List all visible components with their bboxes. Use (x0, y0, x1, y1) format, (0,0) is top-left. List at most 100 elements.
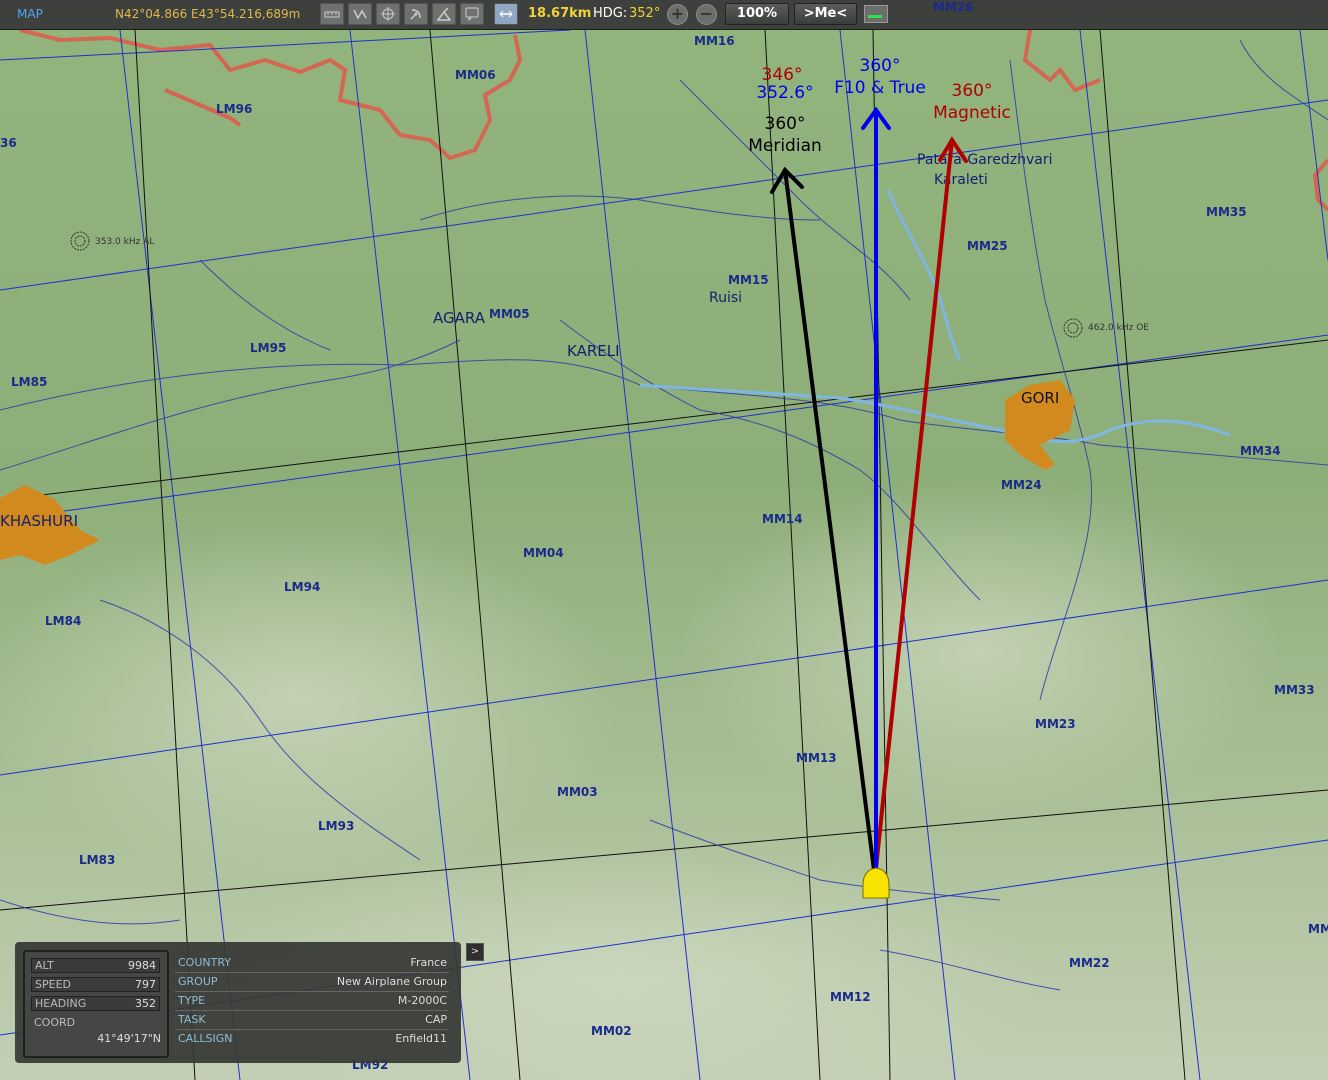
country-label: COUNTRY (178, 956, 231, 969)
grid-label: MM13 (796, 751, 837, 765)
grid-label: MM06 (455, 68, 496, 82)
heading-label: HDG: (593, 6, 628, 21)
measure-button[interactable] (494, 3, 518, 25)
target-button[interactable] (376, 3, 400, 25)
mode-label: MAP (17, 7, 43, 21)
measure-icon (499, 10, 513, 18)
grid-heading-deg: 346° (762, 65, 803, 85)
grid-label: MM03 (557, 785, 598, 799)
distance-readout: 18.67km (528, 6, 592, 21)
place-label: KARELI (567, 342, 620, 360)
grid-label: MM35 (1206, 205, 1247, 219)
true-label: F10 & True (834, 78, 926, 98)
target-icon (381, 7, 395, 21)
radar-icon (410, 9, 421, 20)
grid-label: LM93 (318, 819, 354, 833)
task-value: CAP (425, 1013, 447, 1026)
meridian-label: Meridian (748, 136, 822, 156)
speed-label: SPEED (35, 978, 71, 991)
coord-value: 41°49'17"N (97, 1032, 161, 1045)
task-label: TASK (178, 1013, 206, 1026)
comment-icon (465, 7, 479, 22)
grid-label: MM05 (489, 307, 530, 321)
zoom-level[interactable]: 100% (725, 3, 789, 25)
type-row: TYPE M-2000C (175, 992, 449, 1011)
alt-row: ALT 9984 (31, 958, 160, 973)
type-label: TYPE (178, 994, 206, 1007)
cursor-coords: N42°04.866 E43°54.216,689m (115, 7, 301, 21)
heading-row: HEADING 352 (31, 996, 160, 1011)
grid-label: LM85 (11, 375, 47, 389)
route-button[interactable] (348, 3, 372, 25)
grid-label: MM33 (1274, 683, 1315, 697)
ndb-label-al: 353.0 kHz AL (95, 237, 154, 247)
expand-panel-button[interactable]: > (466, 943, 484, 961)
grid-label: MM14 (762, 512, 803, 526)
aircraft-icon[interactable] (862, 867, 890, 899)
place-label: Patara-Garedzhvari (917, 152, 1052, 168)
group-row: GROUP New Airplane Group (175, 973, 449, 992)
me-button[interactable]: >Me< (794, 3, 857, 25)
ruler-button[interactable] (320, 3, 344, 25)
heading-value: 352 (135, 997, 156, 1010)
flight-stats: ALT 9984 SPEED 797 HEADING 352 COORD 41°… (23, 950, 169, 1058)
battery-icon (864, 5, 888, 23)
grid-label: MM12 (830, 990, 871, 1004)
meridian-deg: 360° (765, 114, 806, 134)
route-icon (353, 9, 367, 20)
sam-icon (436, 7, 452, 21)
place-label: Ruisi (709, 290, 742, 306)
group-value: New Airplane Group (336, 975, 447, 988)
zoom-out-button[interactable]: − (696, 4, 717, 25)
comment-button[interactable] (460, 3, 484, 25)
place-label: KHASHURI (0, 512, 78, 530)
callsign-value: Enfield11 (395, 1032, 447, 1045)
grid-label: LM96 (216, 102, 252, 116)
heading-stat-label: HEADING (35, 997, 87, 1010)
magnetic-deg: 360° (952, 81, 993, 101)
grid-label: MM16 (694, 34, 735, 48)
place-label: Karaleti (934, 172, 988, 188)
grid-label: LM83 (79, 853, 115, 867)
hill-shade (680, 480, 1280, 820)
radar-button[interactable] (404, 3, 428, 25)
zoom-in-button[interactable]: + (667, 4, 688, 25)
grid-heading-deg-2: 352.6° (756, 83, 813, 103)
country-row: COUNTRY France (175, 954, 449, 973)
grid-label: MM25 (967, 239, 1008, 253)
true-deg: 360° (860, 56, 901, 76)
grid-label: MM34 (1240, 444, 1281, 458)
heading-readout: 352° (629, 6, 661, 21)
coord-label: COORD (34, 1016, 76, 1029)
place-label: GORI (1021, 389, 1059, 407)
unit-info-panel: ALT 9984 SPEED 797 HEADING 352 COORD 41°… (15, 942, 461, 1063)
grid-label: MM24 (1001, 478, 1042, 492)
speed-value: 797 (135, 978, 156, 991)
grid-label: MM04 (523, 546, 564, 560)
grid-label: LM84 (45, 614, 81, 628)
ndb-label-oe: 462.0 kHz OE (1088, 323, 1149, 333)
alt-label: ALT (35, 959, 54, 972)
grid-label: LM94 (284, 580, 320, 594)
callsign-row: CALLSIGN Enfield11 (175, 1030, 449, 1048)
country-value: France (410, 956, 447, 969)
hill-shade (0, 520, 620, 880)
top-toolbar: MAP N42°04.866 E43°54.216,689m 18.67km H… (0, 0, 1328, 30)
sam-button[interactable] (432, 3, 456, 25)
grid-label-clipped: MM26 (933, 0, 974, 14)
alt-value: 9984 (128, 959, 156, 972)
place-label: AGARA (433, 309, 486, 327)
ruler-icon (324, 11, 340, 18)
type-value: M-2000C (397, 994, 447, 1007)
grid-label: MM (1308, 922, 1328, 936)
callsign-label: CALLSIGN (178, 1032, 233, 1045)
magnetic-label: Magnetic (933, 103, 1011, 123)
grid-label: LM95 (250, 341, 286, 355)
grid-label: MM15 (728, 273, 769, 287)
speed-row: SPEED 797 (31, 977, 160, 992)
grid-label: MM23 (1035, 717, 1076, 731)
map-view[interactable]: 353.0 kHz AL 462.0 kHz OE MM16 MM06 LM96… (0, 0, 1328, 1080)
grid-label: 36 (0, 136, 17, 150)
grid-label: MM22 (1069, 956, 1110, 970)
task-row: TASK CAP (175, 1011, 449, 1030)
